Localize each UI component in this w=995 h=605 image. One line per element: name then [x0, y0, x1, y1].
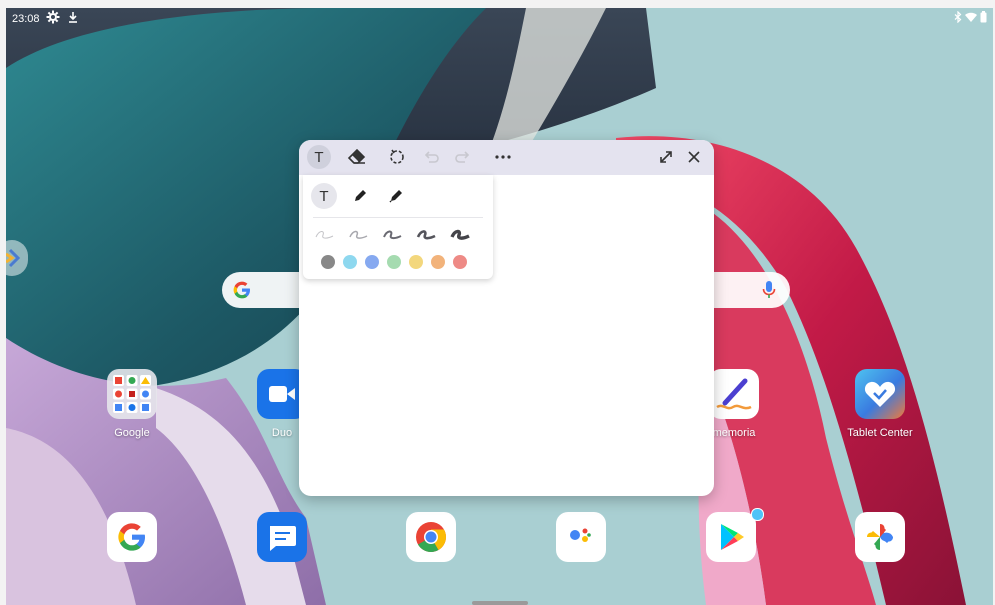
app-google-folder[interactable]: Google [84, 369, 180, 439]
google-icon [107, 512, 157, 562]
color-swatch-row [321, 255, 467, 269]
google-folder-icon [107, 369, 157, 419]
tablet-center-icon [855, 369, 905, 419]
memoria-icon [709, 369, 759, 419]
dock-play-store[interactable] [683, 508, 779, 562]
play-store-icon [706, 512, 756, 562]
text-tool-button[interactable]: T [307, 145, 331, 169]
dock-messages[interactable] [234, 512, 330, 562]
battery-icon [980, 11, 987, 26]
app-tablet-center[interactable]: Tablet Center [832, 369, 928, 439]
dock-assistant[interactable] [533, 512, 629, 562]
home-screen: 23:08 Google Duo memoria Tablet Center T… [6, 8, 993, 605]
stroke-width-4-icon[interactable] [415, 222, 439, 244]
pen-tool-row: T [311, 183, 409, 209]
pen-settings-popup: T [303, 175, 493, 279]
more-icon[interactable] [491, 145, 515, 169]
popup-divider [313, 217, 483, 218]
dock-google[interactable] [84, 512, 180, 562]
download-icon [68, 11, 78, 26]
lasso-icon[interactable] [385, 145, 409, 169]
chrome-icon [406, 512, 456, 562]
redo-icon[interactable] [451, 145, 475, 169]
color-swatch-blue[interactable] [365, 255, 379, 269]
app-label: Tablet Center [847, 427, 913, 439]
highlighter-icon[interactable] [383, 183, 409, 209]
status-icons [954, 10, 987, 26]
assistant-icon [556, 512, 606, 562]
status-bar: 23:08 [6, 8, 993, 30]
photos-icon [855, 512, 905, 562]
stroke-width-1-icon[interactable] [313, 222, 337, 244]
stroke-width-3-icon[interactable] [381, 222, 405, 244]
dock-chrome[interactable] [383, 512, 479, 562]
eraser-icon[interactable] [345, 145, 369, 169]
expand-icon[interactable] [654, 145, 678, 169]
stroke-width-row [313, 222, 473, 244]
google-g-icon [232, 280, 252, 305]
mic-icon[interactable] [762, 280, 776, 305]
dock-photos[interactable] [832, 512, 928, 562]
color-swatch-light-blue[interactable] [343, 255, 357, 269]
gear-icon [46, 10, 60, 27]
text-tool-option[interactable]: T [311, 183, 337, 209]
home-indicator[interactable] [472, 601, 528, 605]
edge-panel-handle[interactable] [6, 240, 28, 276]
bluetooth-icon [954, 10, 962, 26]
stroke-width-2-icon[interactable] [347, 222, 371, 244]
undo-icon[interactable] [419, 145, 443, 169]
app-label: Google [114, 427, 150, 439]
color-swatch-yellow[interactable] [409, 255, 423, 269]
status-time: 23:08 [12, 13, 40, 25]
stroke-width-5-icon[interactable] [449, 222, 473, 244]
color-swatch-gray[interactable] [321, 255, 335, 269]
color-swatch-green[interactable] [387, 255, 401, 269]
color-swatch-orange[interactable] [431, 255, 445, 269]
notification-dot [751, 508, 764, 521]
note-toolbar: T [299, 140, 714, 175]
close-icon[interactable] [682, 145, 706, 169]
pen-icon[interactable] [347, 183, 373, 209]
color-swatch-red[interactable] [453, 255, 467, 269]
wifi-icon [965, 12, 977, 26]
messages-icon [257, 512, 307, 562]
edge-panel-icon [6, 248, 21, 268]
